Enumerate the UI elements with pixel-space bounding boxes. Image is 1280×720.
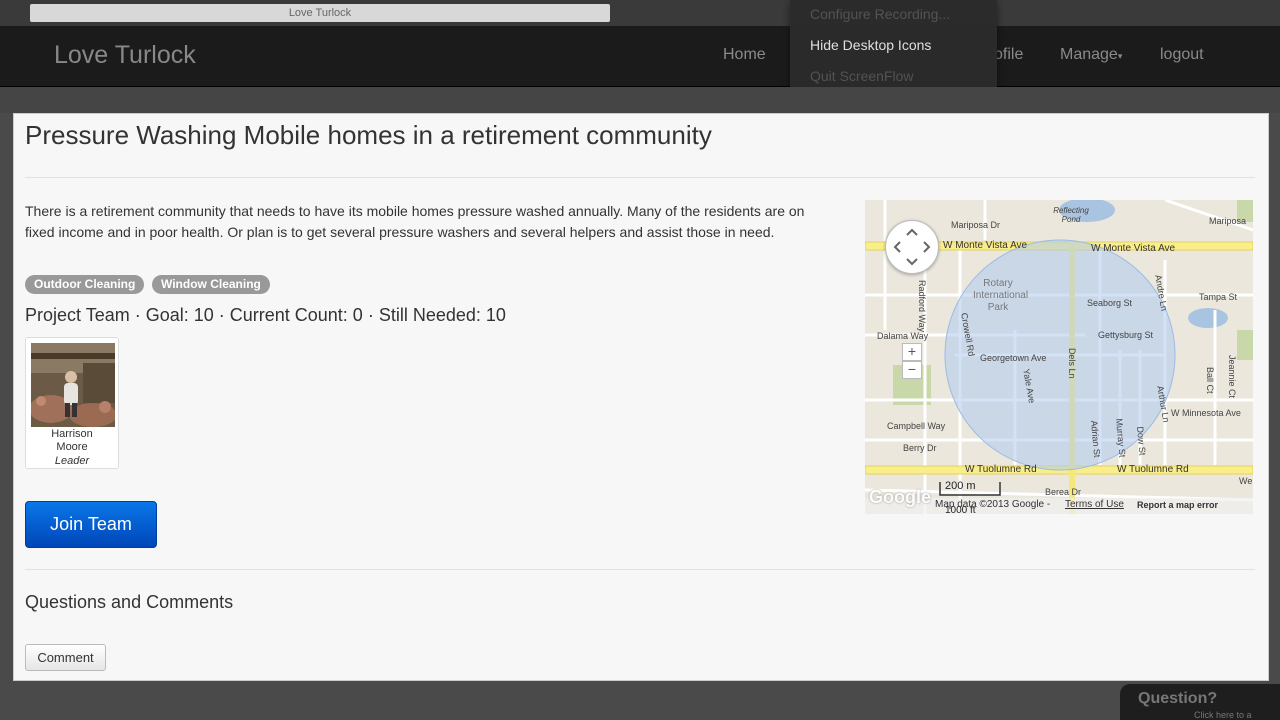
page-title: Pressure Washing Mobile homes in a retir… — [25, 120, 712, 150]
map-street-label: Georgetown Ave — [980, 353, 1047, 363]
question-widget[interactable]: Question? Click here to a — [1120, 684, 1280, 720]
map-zoom-out-button[interactable]: − — [902, 361, 922, 379]
project-description: There is a retirement community that nee… — [25, 203, 805, 240]
comments-heading: Questions and Comments — [25, 592, 234, 612]
map-attribution: Map data ©2013 Google - — [935, 499, 1051, 510]
tag-window-cleaning[interactable]: Window Cleaning — [152, 275, 270, 294]
map-street-label: Berea Dr — [1045, 487, 1082, 497]
map-pan-control[interactable] — [885, 220, 939, 274]
map-street-label: W Monte Vista Ave — [943, 240, 1028, 251]
map-zoom-in-button[interactable]: + — [902, 343, 922, 361]
map-street-label: Radford Way — [917, 280, 927, 333]
map-terms-link[interactable]: Terms of Use — [1065, 499, 1124, 510]
nav-manage-label: Manage — [1060, 46, 1118, 63]
question-widget-subtitle: Click here to a — [1194, 710, 1252, 720]
nav-home[interactable]: Home — [723, 46, 766, 64]
map-street-label: Ball Ct — [1205, 367, 1215, 394]
browser-tab[interactable]: Love Turlock — [30, 4, 610, 22]
app-context-menu: Configure Recording... Hide Desktop Icon… — [790, 0, 997, 90]
map-street-label: We — [1239, 476, 1253, 486]
member-last-name: Moore — [56, 441, 88, 453]
menu-item-configure-recording[interactable]: Configure Recording... — [810, 6, 950, 22]
map-street-label: Jeannie Ct — [1227, 355, 1237, 399]
map-street-label: W Monte Vista Ave — [1091, 243, 1176, 254]
team-member-card[interactable]: Harrison Moore Leader — [25, 337, 119, 469]
map-street-label: Mariposa — [1209, 216, 1247, 226]
map-street-label: Dels Ln — [1067, 348, 1077, 379]
brand-logo[interactable]: Love Turlock — [54, 41, 196, 70]
question-widget-title: Question? — [1138, 690, 1218, 707]
project-page: Pressure Washing Mobile homes in a retir… — [13, 113, 1269, 681]
member-first-name: Harrison — [51, 428, 93, 440]
join-team-button[interactable]: Join Team — [25, 501, 157, 548]
map-report-error-link[interactable]: Report a map error — [1137, 500, 1218, 510]
map-street-label: Seaborg St — [1087, 298, 1133, 308]
map-street-label: Berry Dr — [903, 443, 937, 453]
map-street-label: Gettysburg St — [1098, 330, 1154, 340]
avatar — [31, 343, 115, 427]
google-logo[interactable]: Google — [869, 487, 931, 508]
team-summary: Project Team · Goal: 10 · Current Count:… — [25, 305, 506, 325]
map-street-label: Mariposa Dr — [951, 220, 1001, 230]
browser-tab-strip: Love Turlock — [0, 0, 1280, 26]
map-street-label: Campbell Way — [887, 421, 946, 431]
map-street-label: Dalama Way — [877, 331, 929, 341]
nav-profile[interactable]: ofile — [994, 46, 1023, 64]
map-place-label: Reflecting Pond — [1053, 206, 1089, 224]
map-park-label: Rotary International Park — [973, 278, 1029, 313]
map-street-label: Tampa St — [1199, 292, 1238, 302]
divider — [25, 177, 1255, 178]
caret-down-icon: ▾ — [1117, 51, 1123, 61]
map-street-label: W Tuolumne Rd — [965, 464, 1037, 475]
map-scale-meters: 200 m — [945, 480, 976, 492]
member-name: Harrison Moore — [26, 428, 118, 454]
page-backdrop — [0, 87, 1280, 113]
menu-item-quit-screenflow[interactable]: Quit ScreenFlow — [810, 68, 913, 84]
nav-manage[interactable]: Manage▾ — [1060, 46, 1122, 64]
divider — [25, 569, 1255, 570]
menu-item-hide-desktop-icons[interactable]: Hide Desktop Icons — [810, 37, 931, 53]
location-map[interactable]: Mariposa Dr Reflecting Pond Mariposa W M… — [865, 200, 1253, 514]
comment-button[interactable]: Comment — [25, 644, 106, 671]
top-navbar: Love Turlock Home ofile Manage▾ logout — [0, 26, 1280, 87]
map-street-label: W Tuolumne Rd — [1117, 464, 1189, 475]
map-street-label: W Minnesota Ave — [1171, 408, 1241, 418]
nav-logout[interactable]: logout — [1160, 46, 1204, 64]
member-role: Leader — [54, 455, 90, 467]
tag-outdoor-cleaning[interactable]: Outdoor Cleaning — [25, 275, 145, 294]
